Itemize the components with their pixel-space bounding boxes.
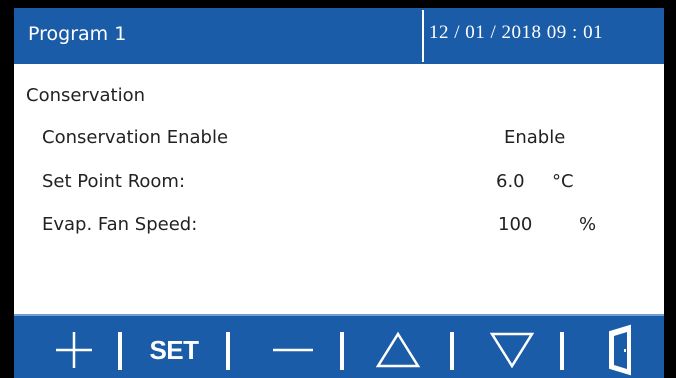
- hmi-display: Program 1 12 / 01 / 2018 09 : 01 Conserv…: [14, 8, 664, 378]
- toolbar-separator: [560, 332, 564, 370]
- plus-button[interactable]: [44, 324, 104, 376]
- door-exit-icon: [609, 324, 631, 376]
- set-button[interactable]: SET: [132, 324, 216, 376]
- device-bezel: Program 1 12 / 01 / 2018 09 : 01 Conserv…: [0, 0, 676, 378]
- toolbar-border: [14, 314, 664, 316]
- arrow-up-button[interactable]: [356, 324, 440, 376]
- section-title: Conservation: [26, 85, 146, 106]
- conservation-enable-value[interactable]: Enable: [504, 127, 565, 148]
- conservation-enable-label: Conservation Enable: [42, 127, 229, 148]
- program-title: Program 1: [28, 23, 127, 45]
- evap-fan-speed-unit: %: [579, 214, 597, 235]
- evap-fan-speed-value[interactable]: 100: [498, 214, 532, 235]
- set-label: SET: [149, 334, 199, 365]
- minus-button[interactable]: [250, 324, 336, 376]
- plus-icon: [56, 332, 92, 368]
- evap-fan-speed-label: Evap. Fan Speed:: [42, 214, 198, 235]
- exit-button[interactable]: [588, 324, 652, 376]
- arrow-down-button[interactable]: [470, 324, 554, 376]
- date-time: 12 / 01 / 2018 09 : 01: [429, 22, 604, 43]
- bottom-toolbar: SET: [14, 314, 664, 378]
- arrow-down-icon: [489, 332, 535, 369]
- title-bar: Program 1 12 / 01 / 2018 09 : 01: [14, 8, 664, 64]
- toolbar-separator: [118, 332, 122, 370]
- toolbar-separator: [226, 332, 230, 370]
- minus-icon: [273, 348, 313, 352]
- toolbar-separator: [340, 332, 344, 370]
- set-point-room-value[interactable]: 6.0: [496, 171, 525, 192]
- toolbar-separator: [450, 332, 454, 370]
- parameter-panel: Conservation Conservation Enable Enable …: [14, 64, 664, 314]
- set-point-room-unit: °C: [552, 171, 574, 192]
- header-divider: [422, 10, 424, 62]
- arrow-up-icon: [375, 331, 421, 368]
- set-point-room-label: Set Point Room:: [42, 171, 186, 192]
